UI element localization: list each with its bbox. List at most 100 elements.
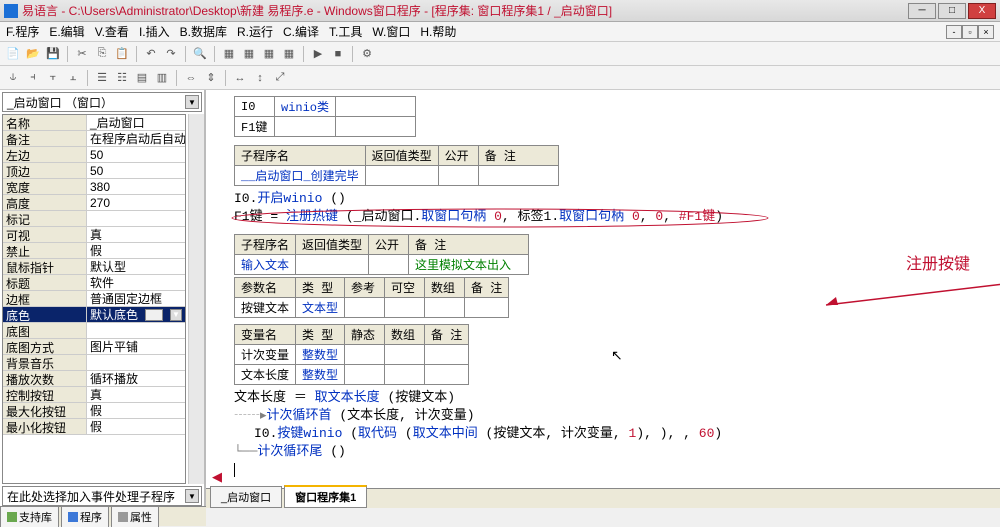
grid2-icon[interactable]: ▦ (240, 45, 258, 63)
size2-icon[interactable]: ↕ (251, 69, 269, 87)
code-line: 文本长度 ＝ 取文本长度 (按键文本) (234, 389, 992, 407)
prop-row[interactable]: 可视真 (3, 227, 185, 243)
dist2-icon[interactable]: ⇕ (202, 69, 220, 87)
window-title: 易语言 - C:\Users\Administrator\Desktop\新建 … (22, 2, 908, 19)
prop-row[interactable]: 鼠标指针默认型 (3, 259, 185, 275)
prop-row[interactable]: 底色默认底色▼ (3, 307, 185, 323)
prop-row[interactable]: 宽度380 (3, 179, 185, 195)
align7-icon[interactable]: ▤ (133, 69, 151, 87)
find-icon[interactable]: 🔍 (191, 45, 209, 63)
prop-row[interactable]: 最小化按钮假 (3, 419, 185, 435)
prop-row[interactable]: 标记 (3, 211, 185, 227)
minimize-button[interactable]: ─ (908, 3, 936, 19)
object-selector-value: _启动窗口 （窗口） (7, 94, 113, 111)
prop-row[interactable]: 标题软件 (3, 275, 185, 291)
menu-tool[interactable]: T.工具 (329, 23, 362, 40)
tab-prog[interactable]: 程序 (61, 506, 109, 527)
menu-file[interactable]: F.程序 (6, 23, 39, 40)
prop-row[interactable]: 左边50 (3, 147, 185, 163)
dist1-icon[interactable]: ⇔ (182, 69, 200, 87)
align8-icon[interactable]: ▥ (153, 69, 171, 87)
code-line-assign: F1键 = 注册热键 (_启动窗口.取窗口句柄 0, 标签1.取窗口句柄 0, … (234, 208, 992, 226)
mdi-restore[interactable]: ▫ (962, 25, 978, 39)
property-grid[interactable]: 名称_启动窗口备注在程序启动后自动左边50顶边50宽度380高度270标记可视真… (2, 114, 186, 484)
align6-icon[interactable]: ☷ (113, 69, 131, 87)
app-icon (4, 4, 18, 18)
run-icon[interactable]: ▶ (309, 45, 327, 63)
left-tabs: 支持库 程序 属性 (0, 506, 206, 526)
prop-row[interactable]: 背景音乐 (3, 355, 185, 371)
arrow-icon (816, 275, 1000, 315)
tab-lib[interactable]: 支持库 (0, 506, 59, 527)
prop-row[interactable]: 禁止假 (3, 243, 185, 259)
maximize-button[interactable]: □ (938, 3, 966, 19)
menu-edit[interactable]: E.编辑 (49, 23, 84, 40)
undo-icon[interactable]: ↶ (142, 45, 160, 63)
paste-icon[interactable]: 📋 (113, 45, 131, 63)
mdi-minimize[interactable]: - (946, 25, 962, 39)
menu-help[interactable]: H.帮助 (420, 23, 456, 40)
annotation-label: 注册按键 (906, 250, 970, 274)
grid1-icon[interactable]: ▦ (220, 45, 238, 63)
grid3-icon[interactable]: ▦ (260, 45, 278, 63)
prop-row[interactable]: 最大化按钮假 (3, 403, 185, 419)
stop-icon[interactable]: ■ (329, 45, 347, 63)
redo-icon[interactable]: ↷ (162, 45, 180, 63)
menu-run[interactable]: R.运行 (237, 23, 273, 40)
prop-row[interactable]: 控制按钮真 (3, 387, 185, 403)
menubar: F.程序 E.编辑 V.查看 I.插入 B.数据库 R.运行 C.编译 T.工具… (0, 22, 1000, 42)
align1-icon[interactable]: ⫝ (4, 69, 22, 87)
sub-header-table-2: 子程序名返回值类型公开备 注 输入文本这里模拟文本出入 (234, 234, 529, 275)
menu-window[interactable]: W.窗口 (372, 23, 410, 40)
toolbar-2: ⫝ ⫞ ⫟ ⫠ ☰ ☷ ▤ ▥ ⇔ ⇕ ↔ ↕ ⤢ (0, 66, 1000, 90)
cursor-icon: ↖ (611, 348, 623, 365)
grid4-icon[interactable]: ▦ (280, 45, 298, 63)
code-line: I0.I0.开启winio ()开启winio () (234, 190, 992, 208)
object-selector[interactable]: _启动窗口 （窗口） ▼ (2, 92, 202, 112)
copy-icon[interactable]: ⎘ (93, 45, 111, 63)
tab-programset[interactable]: 窗口程序集1 (284, 485, 367, 508)
titlebar: 易语言 - C:\Users\Administrator\Desktop\新建 … (0, 0, 1000, 22)
tab-startwindow[interactable]: _启动窗口 (210, 486, 282, 508)
prop-row[interactable]: 名称_启动窗口 (3, 115, 185, 131)
prop-row[interactable]: 底图方式图片平铺 (3, 339, 185, 355)
menu-compile[interactable]: C.编译 (283, 23, 319, 40)
cut-icon[interactable]: ✂ (73, 45, 91, 63)
align5-icon[interactable]: ☰ (93, 69, 111, 87)
new-icon[interactable]: 📄 (4, 45, 22, 63)
prop-row[interactable]: 高度270 (3, 195, 185, 211)
code-line: I0.按键winio (取代码 (取文本中间 (按键文本, 计次变量, 1), … (254, 425, 992, 443)
event-selector-value: 在此处选择加入事件处理子程序 (7, 488, 175, 505)
var-table: 变量名类 型静态数组备 注 计次变量整数型 文本长度整数型 (234, 324, 469, 385)
caret-line (234, 461, 992, 479)
size3-icon[interactable]: ⤢ (271, 69, 289, 87)
menu-view[interactable]: V.查看 (95, 23, 129, 40)
menu-insert[interactable]: I.插入 (139, 23, 170, 40)
editor-tabs: _启动窗口 窗口程序集1 (206, 488, 1000, 508)
code-line: └──计次循环尾 () (234, 443, 992, 461)
align2-icon[interactable]: ⫞ (24, 69, 42, 87)
prop-row[interactable]: 播放次数循环播放 (3, 371, 185, 387)
toolbar-1: 📄 📂 💾 ✂ ⎘ 📋 ↶ ↷ 🔍 ▦ ▦ ▦ ▦ ▶ ■ ⚙ (0, 42, 1000, 66)
menu-db[interactable]: B.数据库 (180, 23, 227, 40)
code-editor[interactable]: I0winio类 F1键 子程序名返回值类型公开备 注 __启动窗口_创建完毕 … (206, 90, 1000, 488)
open-icon[interactable]: 📂 (24, 45, 42, 63)
prop-row[interactable]: 边框普通固定边框 (3, 291, 185, 307)
prop-row[interactable]: 顶边50 (3, 163, 185, 179)
prop-row[interactable]: 备注在程序启动后自动 (3, 131, 185, 147)
scrollbar[interactable] (188, 114, 204, 484)
param-table: 参数名类 型参考可空数组备 注 按键文本文本型 (234, 277, 509, 318)
mdi-close[interactable]: × (978, 25, 994, 39)
align3-icon[interactable]: ⫟ (44, 69, 62, 87)
code-line: ┄┄▸计次循环首 (文本长度, 计次变量) (234, 407, 992, 425)
size1-icon[interactable]: ↔ (231, 69, 249, 87)
chevron-down-icon[interactable]: ▼ (185, 489, 199, 503)
event-selector[interactable]: 在此处选择加入事件处理子程序 ▼ (2, 486, 202, 506)
chevron-down-icon[interactable]: ▼ (185, 95, 199, 109)
tab-prop[interactable]: 属性 (111, 506, 159, 527)
build-icon[interactable]: ⚙ (358, 45, 376, 63)
save-icon[interactable]: 💾 (44, 45, 62, 63)
align4-icon[interactable]: ⫠ (64, 69, 82, 87)
close-button[interactable]: X (968, 3, 996, 19)
prop-row[interactable]: 底图 (3, 323, 185, 339)
